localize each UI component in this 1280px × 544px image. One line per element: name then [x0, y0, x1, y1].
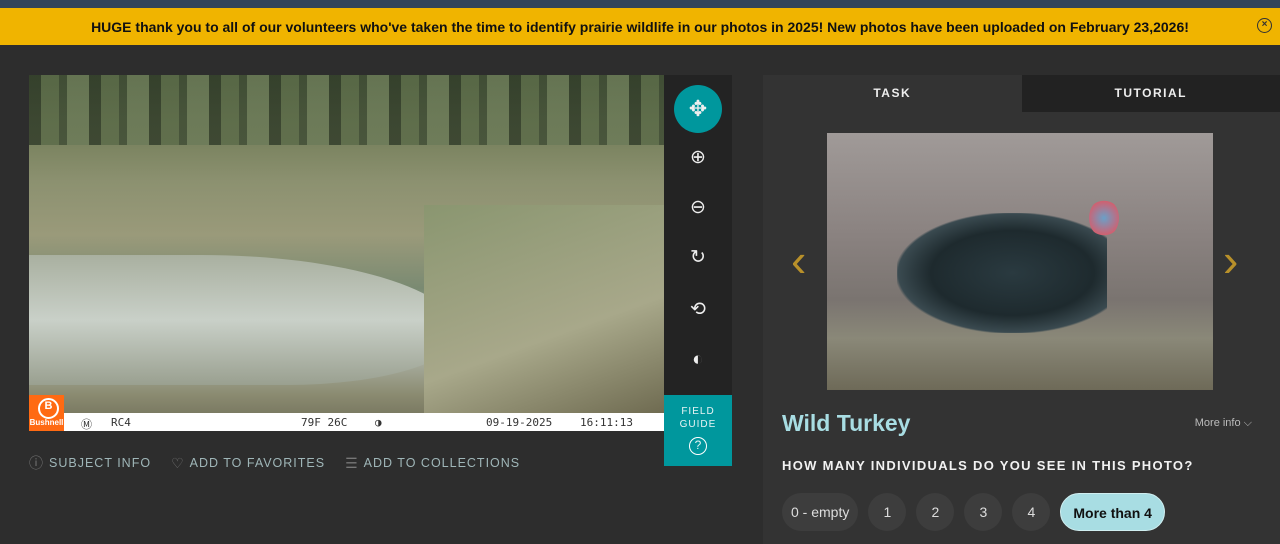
info-icon: ⓘ — [29, 455, 44, 471]
species-example-image — [827, 133, 1213, 390]
field-guide-label: GUIDE — [679, 419, 717, 430]
bushnell-logo: Bushnell — [29, 395, 64, 431]
moon-icon: ◑ — [375, 416, 382, 429]
reset-icon[interactable]: ⟲ — [683, 295, 713, 325]
list-icon: ☰ — [345, 454, 359, 471]
species-name: Wild Turkey — [782, 410, 911, 436]
tabs: TASK TUTORIAL — [763, 75, 1280, 112]
link-label: ADD TO FAVORITES — [189, 456, 326, 470]
field-guide-button[interactable]: FIELD GUIDE ? — [664, 395, 732, 466]
image-toolbar: ✥ ⊕ ⊖ ↻ ⟲ ◐ — [664, 75, 732, 395]
help-icon: ? — [689, 437, 707, 455]
temperature: 79F 26C — [301, 416, 348, 429]
answer-1[interactable]: 1 — [868, 493, 907, 531]
add-to-collections-link[interactable]: ☰ ADD TO COLLECTIONS — [345, 453, 520, 473]
add-to-favorites-link[interactable]: ♡ ADD TO FAVORITES — [171, 453, 325, 473]
prev-arrow-icon[interactable]: ‹ — [791, 237, 806, 283]
answer-0-empty[interactable]: 0 - empty — [782, 493, 859, 531]
heart-icon: ♡ — [171, 454, 185, 471]
time: 16:11:13 — [580, 416, 633, 429]
top-strip — [0, 0, 1280, 8]
more-info-toggle[interactable]: More info ⌵ — [1195, 417, 1252, 430]
field-guide-label: FIELD — [681, 406, 715, 417]
task-panel: TASK TUTORIAL ‹ › Wild Turkey More info … — [763, 75, 1280, 544]
turkey-body — [897, 213, 1107, 333]
pond — [29, 255, 459, 385]
link-label: ADD TO COLLECTIONS — [363, 456, 521, 470]
announcement-banner: HUGE thank you to all of our volunteers … — [0, 8, 1280, 45]
move-icon[interactable]: ✥ — [674, 85, 722, 133]
grass-bank — [424, 205, 664, 415]
zoom-in-icon[interactable]: ⊕ — [683, 143, 713, 173]
answer-3[interactable]: 3 — [964, 493, 1003, 531]
invert-icon[interactable]: ◐ — [683, 345, 713, 375]
answer-options: 0 - empty 1 2 3 4 More than 4 — [782, 493, 1165, 531]
trees — [29, 75, 664, 145]
answer-more-than-4[interactable]: More than 4 — [1060, 493, 1165, 531]
zoom-out-icon[interactable]: ⊖ — [683, 193, 713, 223]
turkey-head — [1089, 199, 1119, 237]
rotate-icon[interactable]: ↻ — [683, 243, 713, 273]
subject-info-link[interactable]: ⓘ SUBJECT INFO — [29, 453, 151, 473]
question-label: HOW MANY INDIVIDUALS DO YOU SEE IN THIS … — [782, 458, 1194, 473]
tab-task[interactable]: TASK — [763, 75, 1022, 112]
subject-links: ⓘ SUBJECT INFO ♡ ADD TO FAVORITES ☰ ADD TO … — [29, 453, 520, 473]
next-arrow-icon[interactable]: › — [1223, 237, 1238, 283]
link-label: SUBJECT INFO — [49, 456, 152, 470]
subject-image[interactable] — [29, 75, 664, 431]
tab-tutorial[interactable]: TUTORIAL — [1021, 75, 1280, 112]
answer-4[interactable]: 4 — [1012, 493, 1051, 531]
date: 09-19-2025 — [486, 416, 553, 429]
answer-2[interactable]: 2 — [916, 493, 955, 531]
banner-message: HUGE thank you to all of our volunteers … — [91, 18, 1189, 35]
camera-stamp: Ⓜ RC4 79F 26C ◑ 09-19-2025 16:11:13 — [29, 413, 664, 431]
camera-id: RC4 — [111, 416, 131, 429]
mode-icon: Ⓜ — [81, 418, 92, 431]
close-icon[interactable]: × — [1257, 18, 1272, 33]
brand-label: Bushnell — [29, 418, 64, 427]
